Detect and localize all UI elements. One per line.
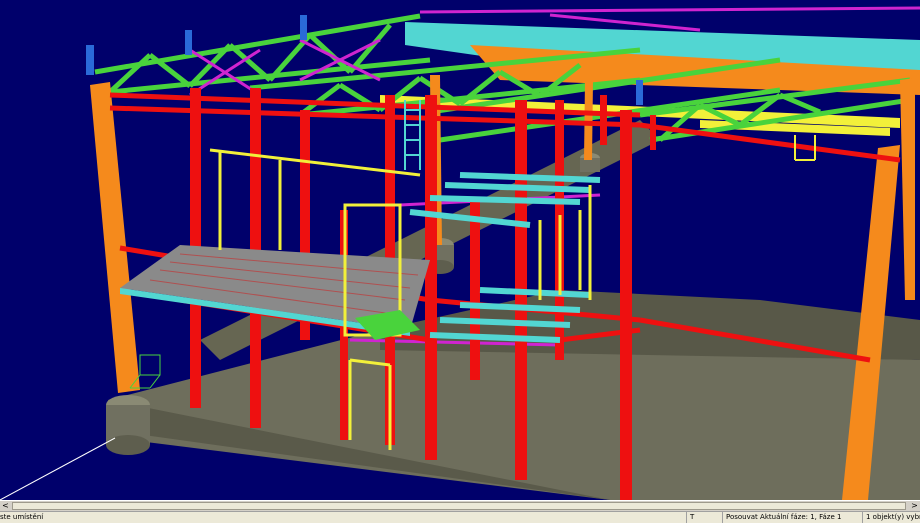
scroll-thumb[interactable] xyxy=(12,502,906,510)
status-mode: Posouvat xyxy=(726,513,758,521)
status-bar: ste umístění T Posouvat Aktuální fáze: 1… xyxy=(0,511,920,523)
guide-line xyxy=(0,437,116,500)
horizontal-scrollbar[interactable]: < > xyxy=(0,500,920,511)
model-3d-viewport[interactable] xyxy=(0,0,920,500)
status-selection: 1 objekt(y) vybrán(y) xyxy=(862,512,920,523)
steel-structure-model xyxy=(0,6,920,500)
scroll-left-arrow[interactable]: < xyxy=(0,501,11,511)
status-mode-phase: Posouvat Aktuální fáze: 1, Fáze 1 xyxy=(722,512,862,523)
status-phase: Aktuální fáze: 1, Fáze 1 xyxy=(760,513,842,521)
status-hint: ste umístění xyxy=(0,513,44,521)
application-window: < > ste umístění T Posouvat Aktuální fáz… xyxy=(0,0,920,523)
scroll-right-arrow[interactable]: > xyxy=(909,501,920,511)
status-key: T xyxy=(686,512,722,523)
